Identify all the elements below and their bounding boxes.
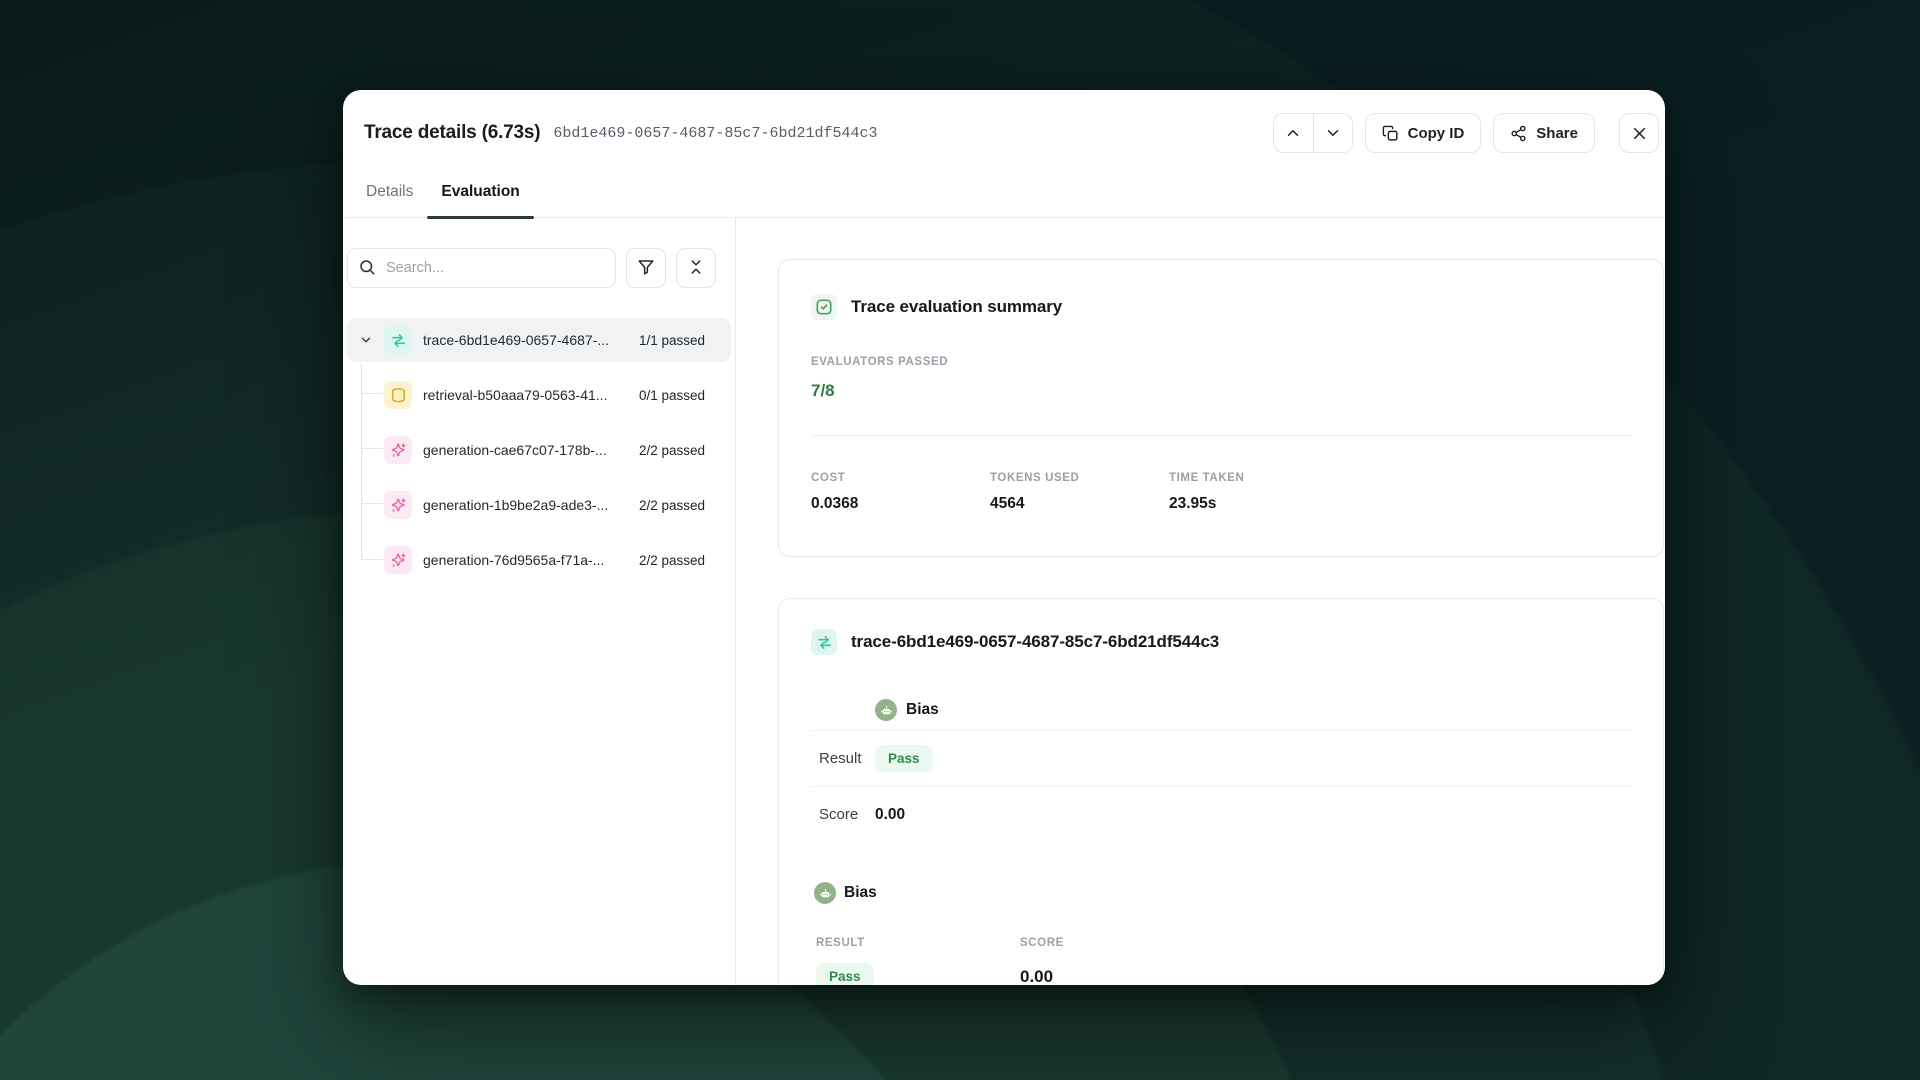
search-row xyxy=(347,248,716,288)
stats-row: COST 0.0368 TOKENS USED 4564 TIME TAKEN … xyxy=(811,472,1631,513)
tree-item-generation-1[interactable]: generation-cae67c07-178b-... 2/2 passed xyxy=(347,428,731,472)
chevron-up-icon xyxy=(1284,124,1302,142)
chevron-down-icon xyxy=(1324,124,1342,142)
share-button[interactable]: Share xyxy=(1493,113,1595,153)
score-column: SCORE 0.00 xyxy=(1020,937,1631,985)
trace-evaluation-summary-card: Trace evaluation summary EVALUATORS PASS… xyxy=(778,259,1664,557)
tree-item-passed: 0/1 passed xyxy=(631,388,705,403)
score-value: 0.00 xyxy=(875,806,905,824)
stat-value: 0.0368 xyxy=(811,495,990,513)
sparkles-icon xyxy=(384,436,412,464)
score-value: 0.00 xyxy=(1020,967,1631,985)
sparkles-icon xyxy=(384,491,412,519)
database-icon xyxy=(384,381,412,409)
tree-item-passed: 2/2 passed xyxy=(631,498,705,513)
chevron-down-icon[interactable] xyxy=(359,333,373,347)
result-column: RESULT Pass xyxy=(816,937,1020,985)
previous-trace-button[interactable] xyxy=(1274,114,1313,152)
tree-item-retrieval[interactable]: retrieval-b50aaa79-0563-41... 0/1 passed xyxy=(347,373,731,417)
tree-item-label: retrieval-b50aaa79-0563-41... xyxy=(423,387,607,403)
evaluator-summary-header-bias: Bias xyxy=(811,882,1631,904)
filter-icon xyxy=(637,258,655,279)
stat-time: TIME TAKEN 23.95s xyxy=(1169,472,1348,513)
evaluator-name: Bias xyxy=(844,884,877,902)
tree-item-passed: 1/1 passed xyxy=(631,333,705,348)
modal-header: Trace details (6.73s) 6bd1e469-0657-4687… xyxy=(343,90,1665,168)
tree-item-label: generation-1b9be2a9-ade3-... xyxy=(423,497,608,513)
share-icon xyxy=(1510,125,1527,142)
chevron-spacer xyxy=(359,498,373,512)
collapse-all-button[interactable] xyxy=(676,248,716,288)
copy-id-button[interactable]: Copy ID xyxy=(1365,113,1482,153)
search-box xyxy=(347,248,616,288)
close-button[interactable] xyxy=(1619,113,1659,153)
evaluators-passed-value: 7/8 xyxy=(811,381,1631,401)
page-title: Trace details (6.73s) xyxy=(364,122,540,144)
trace-nav-group xyxy=(1273,113,1353,153)
stat-value: 23.95s xyxy=(1169,495,1348,513)
evaluator-result-grid: RESULT Pass SCORE 0.00 xyxy=(811,937,1631,985)
result-label: Result xyxy=(819,750,875,767)
tree-item-label: generation-76d9565a-f71a-... xyxy=(423,552,604,568)
stat-label: COST xyxy=(811,472,990,484)
trace-id: 6bd1e469-0657-4687-85c7-6bd21df544c3 xyxy=(553,125,877,142)
stat-label: TOKENS USED xyxy=(990,472,1169,484)
result-row: Result Pass xyxy=(811,731,1631,786)
robot-icon xyxy=(814,882,836,904)
stat-label: TIME TAKEN xyxy=(1169,472,1348,484)
collapse-icon xyxy=(687,258,705,279)
next-trace-button[interactable] xyxy=(1313,114,1352,152)
tree-item-generation-2[interactable]: generation-1b9be2a9-ade3-... 2/2 passed xyxy=(347,483,731,527)
copy-icon xyxy=(1382,125,1399,142)
pass-badge: Pass xyxy=(816,963,874,985)
pass-badge: Pass xyxy=(875,745,933,772)
tree-item-passed: 2/2 passed xyxy=(631,553,705,568)
header-actions: Copy ID Share xyxy=(1273,113,1659,153)
share-label: Share xyxy=(1536,125,1578,142)
tab-bar: Details Evaluation xyxy=(343,168,1665,218)
trace-icon xyxy=(384,326,412,354)
tab-details[interactable]: Details xyxy=(352,168,427,218)
tree-item-label: generation-cae67c07-178b-... xyxy=(423,442,607,458)
score-label: Score xyxy=(819,806,875,823)
chevron-spacer xyxy=(359,388,373,402)
chevron-spacer xyxy=(359,553,373,567)
score-row: Score 0.00 xyxy=(811,787,1631,842)
copy-id-label: Copy ID xyxy=(1408,125,1465,142)
trace-tree: trace-6bd1e469-0657-4687-... 1/1 passed … xyxy=(343,318,735,582)
trace-icon xyxy=(811,629,837,655)
tree-item-label: trace-6bd1e469-0657-4687-... xyxy=(423,332,609,348)
stat-value: 4564 xyxy=(990,495,1169,513)
divider xyxy=(811,435,1631,436)
result-header: RESULT xyxy=(816,937,1020,949)
trace-details-modal: Trace details (6.73s) 6bd1e469-0657-4687… xyxy=(343,90,1665,985)
evaluation-panel: Trace evaluation summary EVALUATORS PASS… xyxy=(736,218,1665,985)
tree-item-passed: 2/2 passed xyxy=(631,443,705,458)
evaluators-passed-label: EVALUATORS PASSED xyxy=(811,356,1631,368)
trace-card-title: trace-6bd1e469-0657-4687-85c7-6bd21df544… xyxy=(851,632,1219,652)
check-square-icon xyxy=(811,294,837,320)
trace-tree-sidebar: trace-6bd1e469-0657-4687-... 1/1 passed … xyxy=(343,218,736,985)
tree-item-generation-3[interactable]: generation-76d9565a-f71a-... 2/2 passed xyxy=(347,538,731,582)
summary-card-title: Trace evaluation summary xyxy=(851,297,1062,317)
stat-cost: COST 0.0368 xyxy=(811,472,990,513)
sparkles-icon xyxy=(384,546,412,574)
search-input[interactable] xyxy=(347,248,616,288)
tab-evaluation[interactable]: Evaluation xyxy=(427,168,533,218)
filter-button[interactable] xyxy=(626,248,666,288)
stat-tokens: TOKENS USED 4564 xyxy=(990,472,1169,513)
evaluator-header-bias: Bias xyxy=(875,699,1631,721)
robot-icon xyxy=(875,699,897,721)
trace-evaluator-card: trace-6bd1e469-0657-4687-85c7-6bd21df544… xyxy=(778,598,1664,985)
score-header: SCORE xyxy=(1020,937,1631,949)
close-icon xyxy=(1630,124,1649,143)
evaluator-name: Bias xyxy=(906,701,939,719)
tree-item-trace[interactable]: trace-6bd1e469-0657-4687-... 1/1 passed xyxy=(347,318,731,362)
chevron-spacer xyxy=(359,443,373,457)
